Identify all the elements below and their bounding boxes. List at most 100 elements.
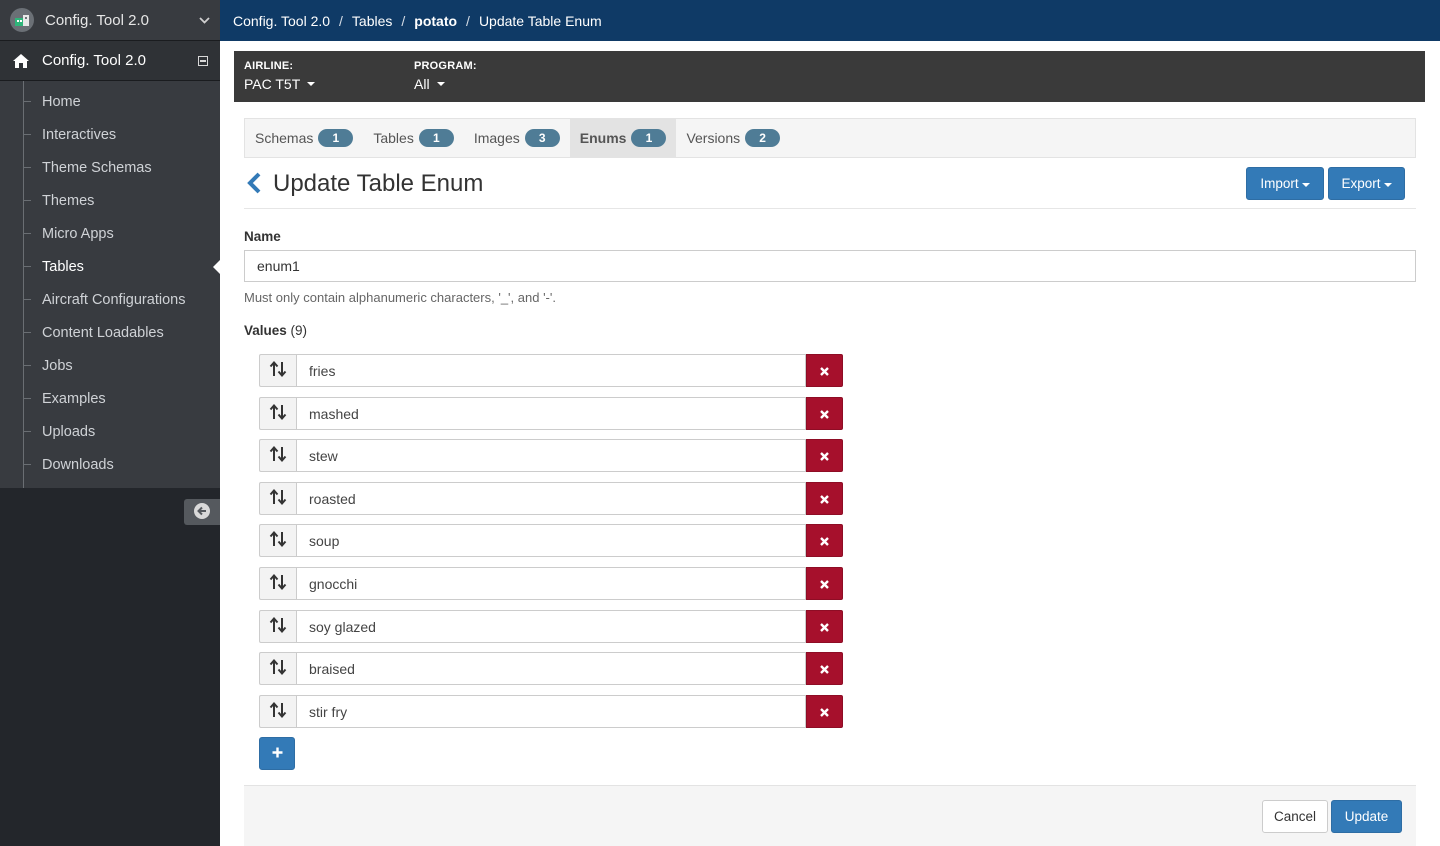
- name-input[interactable]: enum1: [244, 250, 1416, 282]
- drag-handle[interactable]: [259, 397, 296, 430]
- export-button[interactable]: Export: [1328, 167, 1405, 200]
- sort-arrows-icon: [269, 573, 287, 593]
- collapse-sidebar-button[interactable]: [184, 499, 220, 525]
- add-value-button[interactable]: [259, 737, 295, 770]
- form-footer: Cancel Update: [244, 785, 1416, 846]
- sidebar-item-aircraft-configurations[interactable]: Aircraft Configurations: [0, 283, 220, 316]
- sidebar-item-content-loadables[interactable]: Content Loadables: [0, 316, 220, 349]
- drag-handle[interactable]: [259, 439, 296, 472]
- caret-down-icon: [1301, 182, 1310, 187]
- sidebar-root-item[interactable]: Config. Tool 2.0: [0, 41, 220, 81]
- breadcrumb-item[interactable]: potato: [414, 13, 457, 29]
- remove-value-button[interactable]: [806, 354, 843, 387]
- tab-schemas[interactable]: Schemas 1: [245, 119, 363, 157]
- close-icon: [820, 661, 829, 677]
- sidebar-item-label: Micro Apps: [42, 225, 114, 242]
- drag-handle[interactable]: [259, 567, 296, 600]
- sort-arrows-icon: [269, 403, 287, 423]
- sidebar-item-jobs[interactable]: Jobs: [0, 349, 220, 382]
- value-input[interactable]: gnocchi: [296, 567, 806, 600]
- drag-handle[interactable]: [259, 652, 296, 685]
- sidebar-item-label: Uploads: [42, 423, 96, 440]
- remove-value-button[interactable]: [806, 482, 843, 515]
- chevron-down-icon[interactable]: [199, 13, 210, 27]
- sidebar-item-interactives[interactable]: Interactives: [0, 118, 220, 151]
- tab-images[interactable]: Images 3: [464, 119, 570, 157]
- program-selector[interactable]: PROGRAM: All: [414, 60, 584, 93]
- caret-down-icon: [436, 82, 445, 86]
- tab-versions[interactable]: Versions 2: [676, 119, 790, 157]
- update-button[interactable]: Update: [1331, 800, 1402, 833]
- remove-value-button[interactable]: [806, 610, 843, 643]
- name-label: Name: [244, 229, 281, 244]
- sort-arrows-icon: [269, 701, 287, 721]
- drag-handle[interactable]: [259, 354, 296, 387]
- app-switcher[interactable]: Config. Tool 2.0: [0, 0, 220, 41]
- value-input[interactable]: roasted: [296, 482, 806, 515]
- tab-tables[interactable]: Tables 1: [363, 119, 463, 157]
- sidebar-item-examples[interactable]: Examples: [0, 382, 220, 415]
- close-icon: [820, 576, 829, 592]
- count-badge: 1: [631, 129, 667, 147]
- sidebar-item-tables[interactable]: Tables: [0, 250, 220, 283]
- import-button[interactable]: Import: [1246, 167, 1324, 200]
- count-badge: 3: [524, 129, 560, 147]
- sidebar-item-label: Jobs: [42, 357, 73, 374]
- remove-value-button[interactable]: [806, 567, 843, 600]
- arrow-circle-left-icon: [193, 502, 211, 523]
- close-icon: [820, 406, 829, 422]
- value-input[interactable]: braised: [296, 652, 806, 685]
- sidebar-item-uploads[interactable]: Uploads: [0, 415, 220, 448]
- count-badge: 1: [318, 129, 354, 147]
- caret-down-icon: [1383, 182, 1392, 187]
- breadcrumb-item[interactable]: Tables: [352, 13, 392, 29]
- drag-handle[interactable]: [259, 524, 296, 557]
- cancel-button[interactable]: Cancel: [1262, 800, 1328, 833]
- remove-value-button[interactable]: [806, 439, 843, 472]
- remove-value-button[interactable]: [806, 652, 843, 685]
- value-input[interactable]: stir fry: [296, 695, 806, 728]
- breadcrumb: Config. Tool 2.0 / Tables / potato / Upd…: [220, 0, 1440, 41]
- sidebar-item-downloads[interactable]: Downloads: [0, 448, 220, 481]
- tab-enums[interactable]: Enums 1: [569, 119, 677, 157]
- sidebar-item-label: Home: [42, 93, 81, 110]
- sidebar-item-label: Tables: [42, 258, 84, 275]
- value-row: fries: [259, 354, 843, 387]
- airline-selector[interactable]: AIRLINE: PAC T5T: [244, 60, 414, 93]
- value-row: stew: [259, 439, 843, 472]
- count-badge: 1: [418, 129, 454, 147]
- page-header: Update Table Enum Import Export: [244, 166, 1416, 209]
- close-icon: [820, 533, 829, 549]
- value-row: soy glazed: [259, 610, 843, 643]
- remove-value-button[interactable]: [806, 695, 843, 728]
- airline-value: PAC T5T: [244, 76, 301, 92]
- sidebar-item-home[interactable]: Home: [0, 85, 220, 118]
- app-logo-icon: [10, 8, 34, 32]
- remove-value-button[interactable]: [806, 397, 843, 430]
- value-row: gnocchi: [259, 567, 843, 600]
- sidebar-item-micro-apps[interactable]: Micro Apps: [0, 217, 220, 250]
- sort-arrows-icon: [269, 488, 287, 508]
- count-badge: 2: [745, 129, 781, 147]
- page-title: Update Table Enum: [273, 170, 484, 197]
- collapse-tree-icon[interactable]: [198, 55, 208, 66]
- value-input[interactable]: soy glazed: [296, 610, 806, 643]
- sidebar-item-label: Themes: [42, 192, 95, 209]
- chevron-left-icon[interactable]: [246, 172, 262, 197]
- drag-handle[interactable]: [259, 482, 296, 515]
- value-input[interactable]: soup: [296, 524, 806, 557]
- sidebar-root-label: Config. Tool 2.0: [42, 52, 146, 69]
- value-input[interactable]: mashed: [296, 397, 806, 430]
- drag-handle[interactable]: [259, 695, 296, 728]
- value-input[interactable]: fries: [296, 354, 806, 387]
- drag-handle[interactable]: [259, 610, 296, 643]
- close-icon: [820, 491, 829, 507]
- program-label: PROGRAM:: [414, 60, 477, 72]
- breadcrumb-item[interactable]: Config. Tool 2.0: [233, 13, 330, 29]
- sidebar-item-themes[interactable]: Themes: [0, 184, 220, 217]
- sort-arrows-icon: [269, 445, 287, 465]
- value-row: braised: [259, 652, 843, 685]
- sidebar-item-theme-schemas[interactable]: Theme Schemas: [0, 151, 220, 184]
- remove-value-button[interactable]: [806, 524, 843, 557]
- value-input[interactable]: stew: [296, 439, 806, 472]
